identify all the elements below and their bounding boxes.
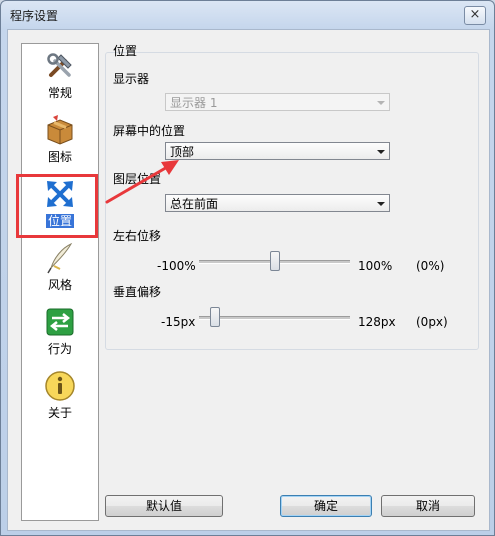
annotation-arrow — [105, 160, 179, 204]
settings-window: 程序设置 × 常规 图标 位置 风格 行为 关于 位置 显示器 显示器 1 屏幕… — [0, 0, 495, 536]
